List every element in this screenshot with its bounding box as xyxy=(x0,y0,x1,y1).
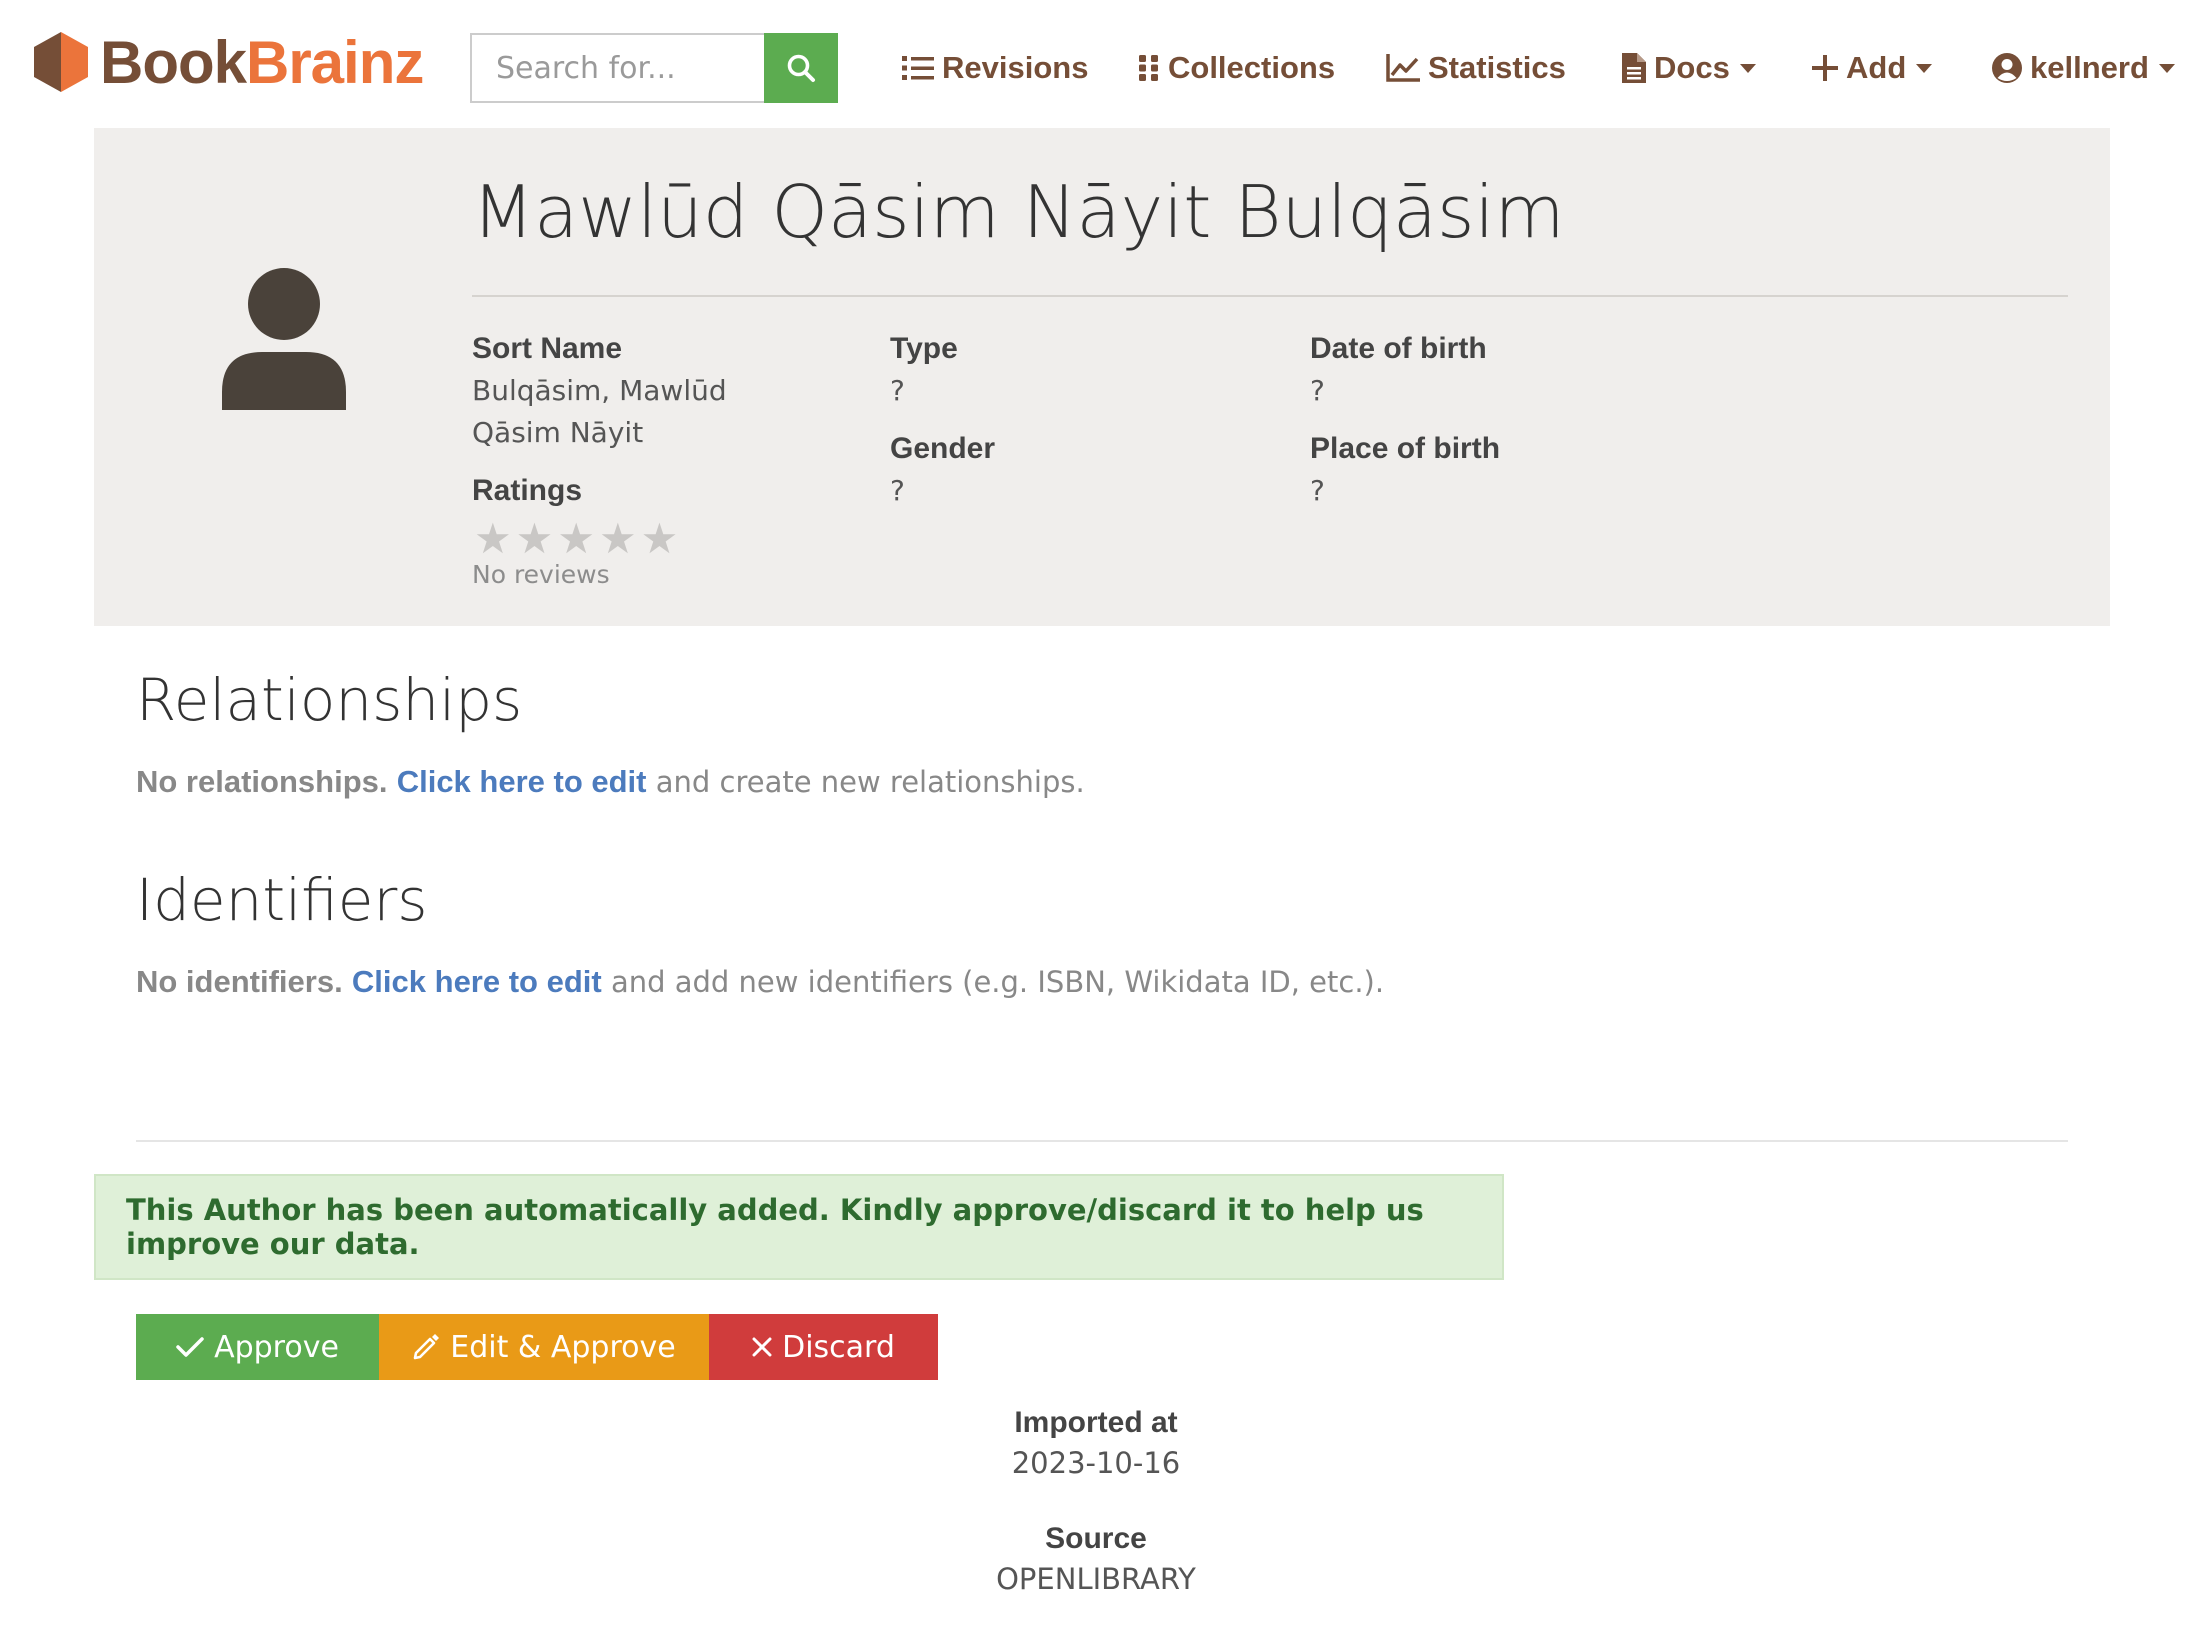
star-icon[interactable]: ★ xyxy=(557,518,595,560)
user-silhouette-icon xyxy=(222,268,346,410)
date-of-birth-value: ? xyxy=(1310,374,1325,407)
nav-add-label: Add xyxy=(1846,50,1907,85)
line-chart-icon xyxy=(1386,54,1420,82)
document-icon xyxy=(1622,53,1646,83)
check-icon xyxy=(176,1337,204,1357)
nav-add-dropdown[interactable]: Add xyxy=(1812,40,1933,96)
auto-added-alert: This Author has been automatically added… xyxy=(94,1174,1504,1280)
caret-down-icon xyxy=(2158,63,2175,73)
search-bar xyxy=(470,33,838,103)
identifiers-empty-strong: No identifiers. xyxy=(136,964,343,999)
nav-revisions[interactable]: Revisions xyxy=(902,40,1088,96)
place-of-birth-value: ? xyxy=(1310,474,1325,507)
entity-title: Mawlūd Qāsim Nāyit Bulqāsim xyxy=(472,170,1565,254)
type-value: ? xyxy=(890,374,905,407)
nav-statistics[interactable]: Statistics xyxy=(1386,40,1566,96)
nav-revisions-label: Revisions xyxy=(942,50,1089,85)
approve-button[interactable]: Approve xyxy=(136,1314,379,1380)
relationships-empty-message: No relationships. Click here to edit and… xyxy=(136,764,1085,800)
date-of-birth-label: Date of birth xyxy=(1310,332,1487,365)
gender-label: Gender xyxy=(890,432,996,465)
identifiers-heading: Identifiers xyxy=(136,866,428,934)
alert-text: This Author has been automatically added… xyxy=(126,1193,1424,1261)
sort-name-label: Sort Name xyxy=(472,332,623,365)
caret-down-icon xyxy=(1739,63,1756,73)
star-icon[interactable]: ★ xyxy=(474,518,512,560)
edit-approve-button-label: Edit & Approve xyxy=(450,1329,676,1365)
star-icon[interactable]: ★ xyxy=(599,518,637,560)
relationships-edit-link[interactable]: Click here to edit xyxy=(397,764,647,799)
sort-name-value-line2: Qāsim Nāyit xyxy=(472,416,644,449)
navbar: BookBrainz Revisions Collections xyxy=(0,0,2192,132)
discard-button[interactable]: Discard xyxy=(709,1314,938,1380)
discard-button-label: Discard xyxy=(782,1329,895,1365)
plus-icon xyxy=(1812,55,1838,81)
grip-icon xyxy=(1139,55,1158,81)
search-input[interactable] xyxy=(470,33,764,103)
user-circle-icon xyxy=(1992,53,2022,83)
relationships-empty-rest: and create new relationships. xyxy=(655,765,1085,799)
nav-user-dropdown[interactable]: kellnerd xyxy=(1992,40,2175,96)
import-source: Source OPENLIBRARY xyxy=(0,1522,2192,1596)
section-divider xyxy=(136,1140,2068,1142)
star-icon[interactable]: ★ xyxy=(516,518,554,560)
header-divider xyxy=(472,295,2068,297)
edit-approve-button[interactable]: Edit & Approve xyxy=(379,1314,709,1380)
nav-docs-dropdown[interactable]: Docs xyxy=(1622,40,1756,96)
import-source-label: Source xyxy=(1045,1522,1147,1555)
brand-hexagon-icon xyxy=(34,32,88,92)
gender-value: ? xyxy=(890,474,905,507)
nav-collections-label: Collections xyxy=(1168,50,1336,85)
list-icon xyxy=(902,56,934,80)
close-icon xyxy=(752,1337,772,1357)
imported-at-value: 2023-10-16 xyxy=(1011,1446,1181,1480)
caret-down-icon xyxy=(1916,63,1933,73)
pencil-icon xyxy=(413,1334,440,1360)
nav-collections[interactable]: Collections xyxy=(1138,40,1335,96)
brand-name: BookBrainz xyxy=(100,28,424,96)
imported-at: Imported at 2023-10-16 xyxy=(0,1406,2192,1480)
identifiers-edit-link[interactable]: Click here to edit xyxy=(352,964,602,999)
sort-name-value-line1: Bulqāsim, Mawlūd xyxy=(472,374,727,407)
star-icon[interactable]: ★ xyxy=(641,518,679,560)
approve-button-label: Approve xyxy=(214,1329,339,1365)
import-source-value: OPENLIBRARY xyxy=(996,1562,1196,1596)
identifiers-empty-rest: and add new identifiers (e.g. ISBN, Wiki… xyxy=(610,965,1385,999)
ratings-label: Ratings xyxy=(472,474,583,507)
nav-statistics-label: Statistics xyxy=(1428,50,1566,85)
brand-logo[interactable]: BookBrainz xyxy=(34,28,424,96)
relationships-empty-strong: No relationships. xyxy=(136,764,388,799)
rating-stars[interactable]: ★ ★ ★ ★ ★ xyxy=(474,518,678,560)
type-label: Type xyxy=(890,332,958,365)
nav-docs-label: Docs xyxy=(1654,50,1730,85)
action-buttons: Approve Edit & Approve Discard xyxy=(136,1314,938,1380)
no-reviews-text: No reviews xyxy=(472,560,610,589)
search-button[interactable] xyxy=(764,33,838,103)
imported-at-label: Imported at xyxy=(1014,1406,1178,1439)
search-icon xyxy=(787,54,815,82)
relationships-heading: Relationships xyxy=(136,666,523,734)
nav-user-label: kellnerd xyxy=(2030,50,2149,85)
identifiers-empty-message: No identifiers. Click here to edit and a… xyxy=(136,964,1384,1000)
place-of-birth-label: Place of birth xyxy=(1310,432,1501,465)
